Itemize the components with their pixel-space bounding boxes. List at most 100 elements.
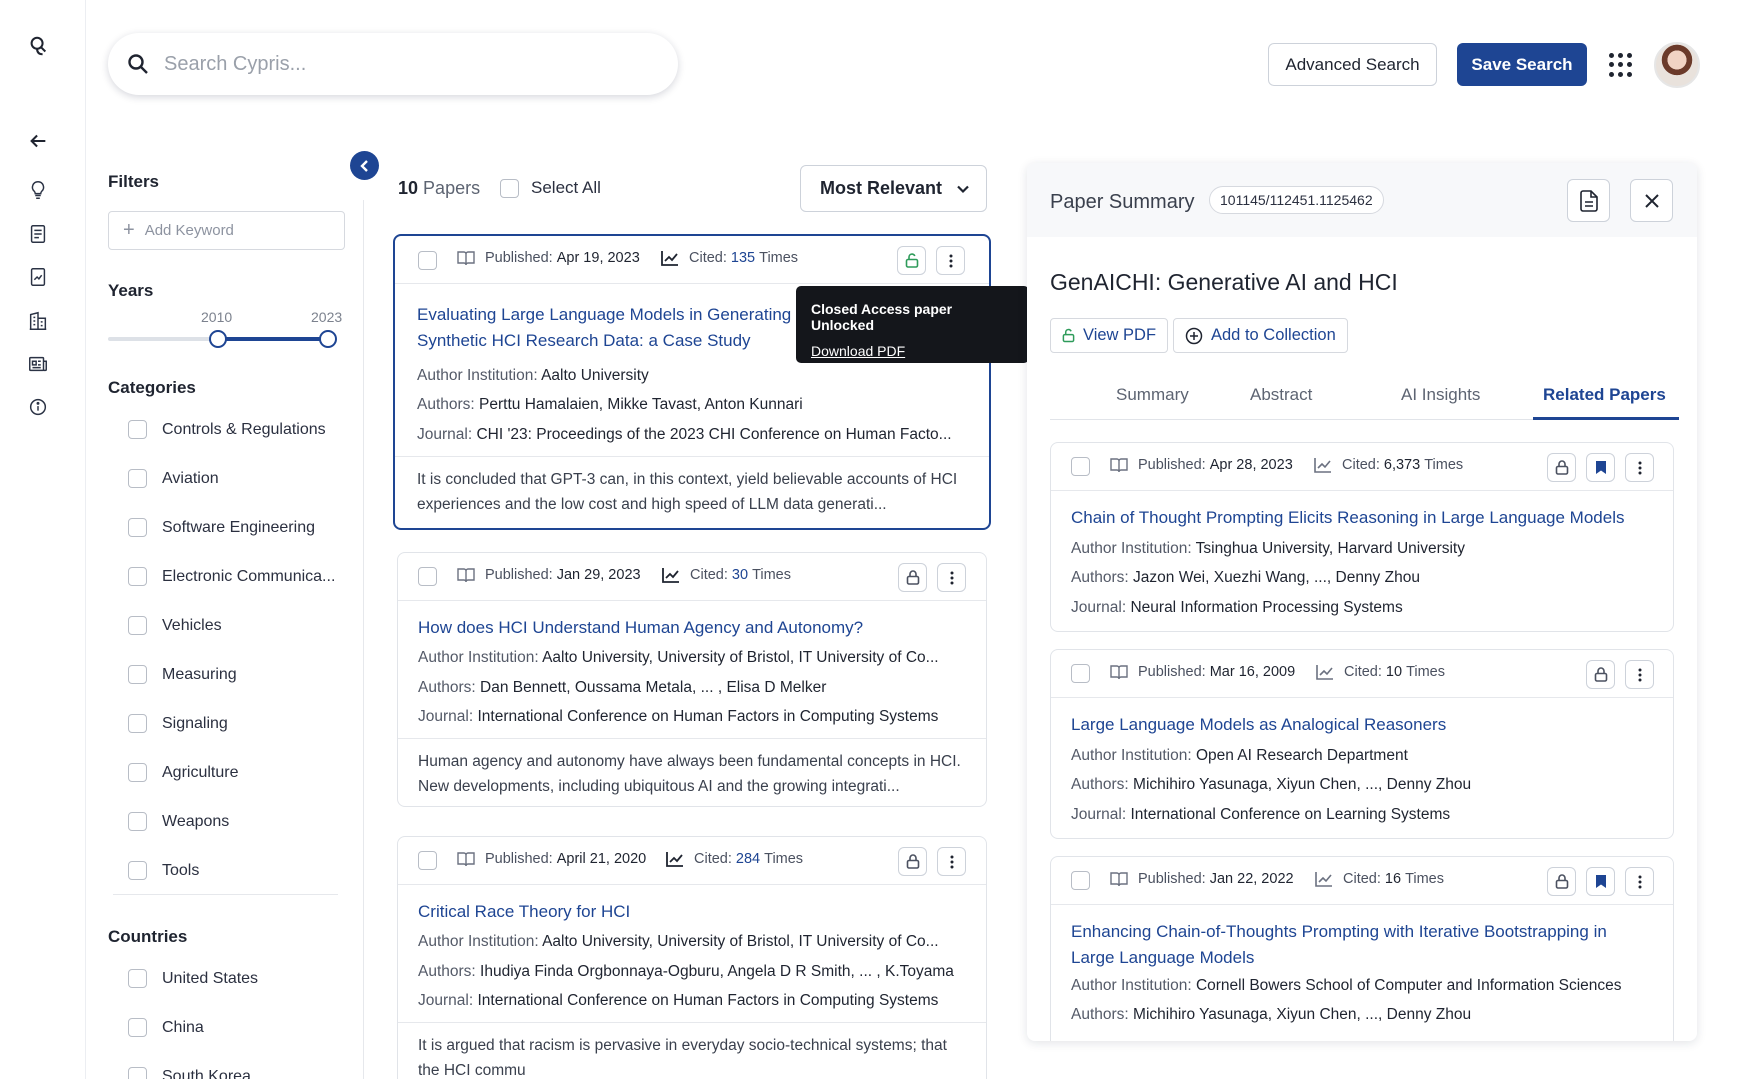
tab-ai-insights[interactable]: AI Insights: [1401, 385, 1480, 405]
category-item[interactable]: Signaling: [128, 714, 228, 733]
add-to-collection-button[interactable]: Add to Collection: [1173, 318, 1348, 353]
paper-checkbox[interactable]: [418, 851, 437, 870]
add-keyword-input[interactable]: + Add Keyword: [108, 211, 345, 250]
collapse-filters-button[interactable]: [350, 151, 379, 180]
years-slider-min-handle[interactable]: [209, 330, 227, 348]
papers-count: 10 Papers: [398, 178, 481, 198]
paper-abstract: Human agency and autonomy have always be…: [418, 753, 961, 795]
checkbox[interactable]: [128, 518, 147, 537]
book-icon: [1110, 665, 1128, 680]
lock-button[interactable]: [1547, 453, 1576, 482]
advanced-search-button[interactable]: Advanced Search: [1268, 43, 1437, 86]
country-item[interactable]: United States: [128, 969, 258, 988]
authors: Authors: Dan Bennett, Oussama Metala, ..…: [418, 679, 827, 696]
checkbox[interactable]: [128, 567, 147, 586]
checkbox[interactable]: [128, 420, 147, 439]
checkbox[interactable]: [128, 812, 147, 831]
category-item[interactable]: Aviation: [128, 469, 219, 488]
tab-related-papers[interactable]: Related Papers: [1543, 385, 1666, 405]
save-search-button[interactable]: Save Search: [1457, 43, 1587, 86]
paper-title-link[interactable]: How does HCI Understand Human Agency and…: [418, 615, 968, 641]
related-paper-card[interactable]: Published: Jan 22, 2022 Cited: 16 Times En…: [1050, 856, 1674, 1041]
lock-button[interactable]: [898, 847, 927, 876]
checkbox[interactable]: [128, 1067, 147, 1079]
lock-button[interactable]: [1547, 867, 1576, 896]
checkbox[interactable]: [128, 969, 147, 988]
close-button[interactable]: [1630, 179, 1673, 222]
checkbox[interactable]: [128, 469, 147, 488]
related-paper-card[interactable]: Published: Apr 28, 2023 Cited: 6,373 Times…: [1050, 442, 1674, 632]
report-chart-icon[interactable]: [24, 263, 52, 291]
years-slider-max-handle[interactable]: [319, 330, 337, 348]
paper-checkbox[interactable]: [1071, 871, 1090, 890]
checkbox[interactable]: [128, 1018, 147, 1037]
paper-title-link[interactable]: Chain of Thought Prompting Elicits Reaso…: [1071, 505, 1661, 531]
years-slider[interactable]: [108, 330, 337, 348]
active-tab-indicator: [1533, 417, 1679, 420]
view-pdf-button[interactable]: View PDF: [1050, 318, 1169, 353]
tab-abstract[interactable]: Abstract: [1250, 385, 1312, 405]
checkbox[interactable]: [128, 763, 147, 782]
more-options-button[interactable]: [937, 847, 966, 876]
more-options-button[interactable]: [1625, 660, 1654, 689]
category-item[interactable]: Controls & Regulations: [128, 420, 326, 439]
avatar[interactable]: [1654, 42, 1700, 88]
plus-circle-icon: [1185, 327, 1203, 344]
category-item[interactable]: Weapons: [128, 812, 229, 831]
more-options-button[interactable]: [1625, 453, 1654, 482]
building-icon[interactable]: [24, 307, 52, 335]
checkbox[interactable]: [128, 616, 147, 635]
authors: Authors: Michihiro Yasunaga, Xiyun Chen,…: [1071, 776, 1472, 793]
more-options-button[interactable]: [937, 563, 966, 592]
tab-summary[interactable]: Summary: [1116, 385, 1189, 405]
paper-card[interactable]: Published: Jan 29, 2023 Cited: 30 Times Ho…: [397, 552, 987, 807]
checkbox[interactable]: [128, 861, 147, 880]
lightbulb-icon[interactable]: [24, 176, 52, 204]
paper-card[interactable]: Published: Apr 19, 2023 Cited: 135 Times E…: [393, 234, 991, 530]
paper-checkbox[interactable]: [1071, 664, 1090, 683]
category-item[interactable]: Vehicles: [128, 616, 222, 635]
authors: Authors: Michihiro Yasunaga, Xiyun Chen,…: [1071, 1006, 1472, 1023]
paper-title-link[interactable]: Evaluating Large Language Models in Gene…: [417, 302, 795, 354]
country-item[interactable]: South Korea: [128, 1067, 251, 1079]
select-all[interactable]: Select All: [500, 178, 601, 198]
info-icon[interactable]: [24, 393, 52, 421]
paper-title-link[interactable]: Enhancing Chain-of-Thoughts Prompting wi…: [1071, 919, 1641, 971]
document-list-icon[interactable]: [24, 220, 52, 248]
paper-checkbox[interactable]: [418, 567, 437, 586]
related-paper-card[interactable]: Published: Mar 16, 2009 Cited: 10 Times La…: [1050, 649, 1674, 839]
search-input[interactable]: [164, 52, 604, 76]
paper-title-link[interactable]: Large Language Models as Analogical Reas…: [1071, 712, 1661, 738]
apps-grid-icon[interactable]: [1609, 53, 1633, 77]
select-all-checkbox[interactable]: [500, 178, 519, 198]
back-arrow-icon[interactable]: [24, 127, 52, 155]
search-bar[interactable]: [108, 33, 678, 95]
unlock-button[interactable]: [897, 246, 926, 275]
sort-dropdown[interactable]: Most Relevant: [800, 165, 987, 212]
paper-checkbox[interactable]: [418, 251, 437, 270]
lock-button[interactable]: [1586, 660, 1615, 689]
paper-card[interactable]: Published: April 21, 2020 Cited: 284 Times…: [397, 836, 987, 1079]
category-item[interactable]: Measuring: [128, 665, 237, 684]
category-item[interactable]: Software Engineering: [128, 518, 315, 537]
document-button[interactable]: [1567, 179, 1610, 222]
checkbox[interactable]: [128, 665, 147, 684]
journal: Journal: International Conference on Hum…: [418, 708, 939, 725]
paper-title-link[interactable]: Critical Race Theory for HCI: [418, 899, 968, 925]
cited-meta: Cited: 284 Times: [666, 851, 803, 867]
bookmark-button[interactable]: [1586, 867, 1615, 896]
download-pdf-link[interactable]: Download PDF: [811, 343, 1014, 359]
category-item[interactable]: Agriculture: [128, 763, 238, 782]
country-item[interactable]: China: [128, 1018, 204, 1037]
cypris-logo-icon[interactable]: [24, 32, 52, 60]
lock-button[interactable]: [898, 563, 927, 592]
checkbox[interactable]: [128, 714, 147, 733]
more-options-button[interactable]: [936, 246, 965, 275]
paper-checkbox[interactable]: [1071, 457, 1090, 476]
tooltip-title: Closed Access paper Unlocked: [811, 301, 953, 333]
more-options-button[interactable]: [1625, 867, 1654, 896]
category-item[interactable]: Electronic Communica...: [128, 567, 335, 586]
category-item[interactable]: Tools: [128, 861, 199, 880]
newspaper-icon[interactable]: [24, 350, 52, 378]
bookmark-button[interactable]: [1586, 453, 1615, 482]
